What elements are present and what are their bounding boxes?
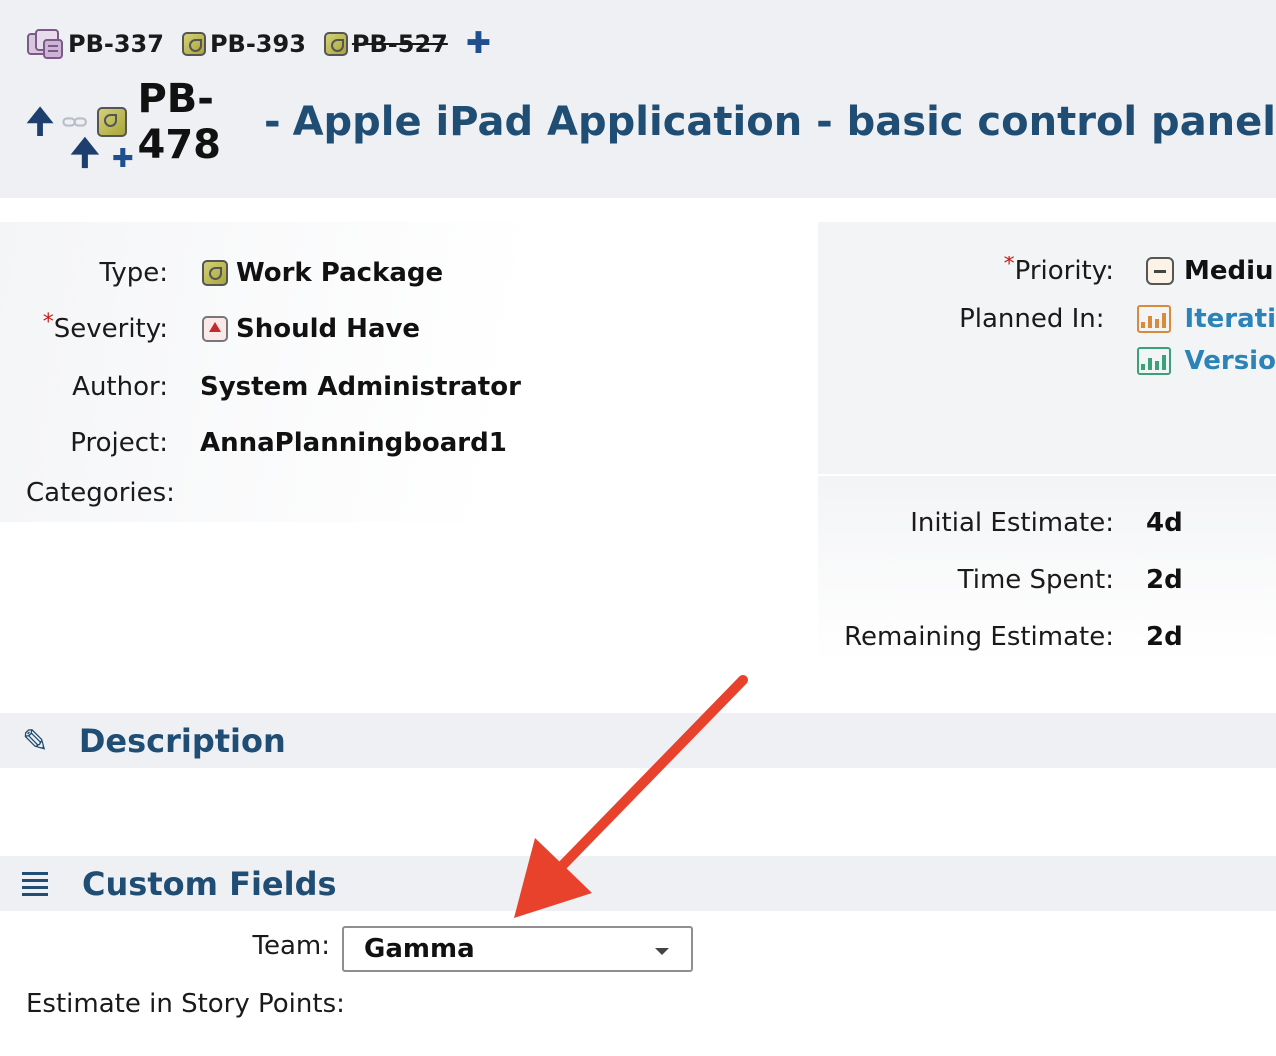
field-label: Type: — [99, 258, 168, 288]
up-arrow-icon[interactable]: 🠉 — [26, 105, 54, 139]
link-chain-icon[interactable] — [62, 112, 88, 132]
planned-in-text: Iterati — [1184, 304, 1276, 334]
severity-up-icon — [202, 316, 228, 342]
priority-value[interactable]: Mediu — [1146, 256, 1274, 286]
issue-key: PB-478 — [137, 76, 221, 168]
field-label: Categories: — [26, 478, 175, 508]
pencil-icon[interactable]: ✎ — [22, 722, 49, 760]
initial-estimate-value[interactable]: 4d — [1146, 508, 1183, 538]
team-select[interactable]: Gamma — [342, 926, 693, 972]
section-title: Description — [78, 721, 286, 760]
type-text: Work Package — [236, 258, 444, 288]
field-label: Team: — [252, 931, 330, 961]
subtask-row: 🠉 ✚ — [70, 136, 134, 173]
required-marker: * — [1003, 256, 1015, 277]
field-initial-estimate: Initial Estimate: 4d — [818, 508, 1183, 538]
priority-medium-icon — [1146, 257, 1174, 285]
priority-text: Mediu — [1184, 256, 1274, 286]
field-label: *Severity: — [42, 310, 168, 344]
add-subtask-plus-icon[interactable]: ✚ — [112, 146, 134, 172]
field-categories: Categories: — [26, 478, 175, 508]
parent-link-pb-393[interactable]: PB-393 — [181, 30, 306, 58]
parent-link-pb-337[interactable]: PB-337 — [26, 28, 164, 60]
field-label: Author: — [72, 372, 168, 402]
planned-in-list: Iterati Versio — [1136, 304, 1276, 376]
parent-key-resolved: PB-527 — [351, 30, 448, 58]
required-marker: * — [42, 310, 54, 335]
work-package-icon — [202, 260, 228, 286]
field-priority: *Priority: Mediu — [818, 256, 1276, 286]
author-value[interactable]: System Administrator — [200, 372, 521, 402]
team-selected-value: Gamma — [364, 934, 475, 964]
field-severity: *Severity: Should Have — [0, 310, 420, 344]
description-section-header[interactable]: ✎ Description — [0, 713, 1276, 768]
add-parent-plus-icon[interactable]: ✚ — [466, 29, 491, 59]
planned-in-iteration-link[interactable]: Iterati — [1136, 304, 1276, 334]
field-label: Initial Estimate: — [910, 508, 1114, 538]
field-project: Project: AnnaPlanningboard1 — [0, 428, 507, 458]
field-planned-in: Planned In: Iterati Versio — [818, 304, 1276, 376]
field-author: Author: System Administrator — [0, 372, 521, 402]
title-row: 🠉 PB-478 - Apple iPad Application - basi… — [26, 76, 1276, 168]
issue-title[interactable]: Apple iPad Application - basic control p… — [293, 99, 1276, 145]
parent-key: PB-393 — [209, 30, 306, 58]
epic-icon — [27, 29, 63, 59]
iteration-chart-icon — [1136, 305, 1171, 333]
field-label: Project: — [70, 428, 168, 458]
field-story-points: Estimate in Story Points: — [26, 989, 345, 1019]
title-separator: - — [263, 99, 281, 145]
work-package-icon — [323, 32, 348, 56]
section-title: Custom Fields — [82, 864, 337, 903]
field-type: Type: Work Package — [0, 258, 444, 288]
project-value[interactable]: AnnaPlanningboard1 — [200, 428, 507, 458]
parent-link-pb-527[interactable]: PB-527 — [323, 30, 448, 58]
version-chart-icon — [1136, 347, 1171, 375]
field-label: Planned In: — [959, 304, 1105, 334]
field-label: Time Spent: — [957, 565, 1114, 595]
work-package-icon — [97, 107, 128, 137]
list-icon — [22, 871, 48, 896]
field-label: Remaining Estimate: — [844, 622, 1114, 652]
planned-in-text: Versio — [1184, 346, 1276, 376]
severity-value[interactable]: Should Have — [202, 314, 420, 344]
parent-key: PB-337 — [68, 30, 164, 58]
planned-in-version-link[interactable]: Versio — [1136, 346, 1276, 376]
field-team: Team: — [0, 931, 330, 961]
field-time-spent: Time Spent: 2d — [818, 565, 1183, 595]
remaining-estimate-value[interactable]: 2d — [1146, 622, 1183, 652]
time-spent-value[interactable]: 2d — [1146, 565, 1183, 595]
work-package-icon — [181, 32, 206, 56]
up-arrow-icon[interactable]: 🠉 — [70, 136, 100, 172]
custom-fields-section-header[interactable]: Custom Fields — [0, 856, 1276, 911]
field-label: Estimate in Story Points: — [26, 989, 345, 1019]
issue-header: PB-337 PB-393 PB-527 ✚ 🠉 PB-478 - Apple … — [0, 0, 1276, 198]
field-label: *Priority: — [818, 256, 1114, 286]
field-remaining-estimate: Remaining Estimate: 2d — [818, 622, 1183, 652]
severity-text: Should Have — [236, 314, 421, 344]
type-value[interactable]: Work Package — [202, 258, 443, 288]
parent-links: PB-337 PB-393 PB-527 ✚ — [26, 28, 491, 60]
chevron-down-icon — [655, 948, 669, 955]
